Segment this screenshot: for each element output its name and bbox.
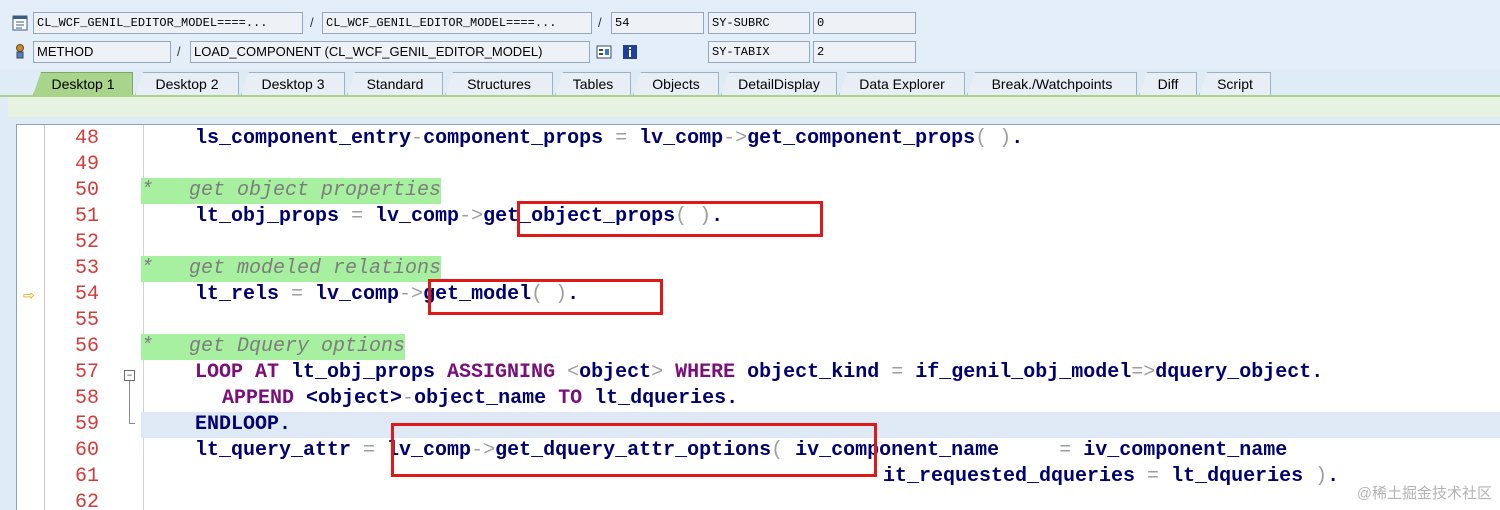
line-number: 52 [74,231,99,254]
event-type-field[interactable]: METHOD [33,41,171,63]
method-icon [16,44,24,59]
code-line[interactable]: 58 APPEND <object>-object_name TO lt_dqu… [17,386,1500,412]
line-number: 62 [74,491,99,510]
line-number: 53 [74,257,99,280]
fold-toggle-icon[interactable]: − [124,370,135,381]
code-line[interactable]: 57 LOOP AT lt_obj_props ASSIGNING <objec… [17,360,1500,386]
tab-breakpoints-watchpoints[interactable]: Break./Watchpoints [967,72,1137,95]
desktop-toolbar-band [8,97,1500,117]
tab-standard[interactable]: Standard [347,72,443,95]
tab-objects[interactable]: Objects [633,72,719,95]
program-icon[interactable] [12,15,28,31]
code-line[interactable]: 62 [17,490,1500,510]
include-field[interactable]: CL_WCF_GENIL_EDITOR_MODEL====... [322,12,592,34]
debugger-header: CL_WCF_GENIL_EDITOR_MODEL====... / CL_WC… [0,0,1500,70]
code-text[interactable]: APPEND <object>-object_name TO lt_dqueri… [222,386,738,412]
tab-tables[interactable]: Tables [555,72,631,95]
display-code-icon[interactable] [596,44,612,60]
line-number-field[interactable]: 54 [611,12,704,34]
line-number: 57 [74,361,99,384]
code-line[interactable]: 56 * get Dquery options [17,334,1500,360]
code-line[interactable]: 49 [17,152,1500,178]
code-line-current[interactable]: ⇨ 54 lt_rels = lv_comp->get_model( ). [17,282,1500,308]
comment-text[interactable]: * get modeled relations [141,256,442,282]
tab-desktop-3[interactable]: Desktop 3 [241,72,345,95]
tab-detail-display[interactable]: DetailDisplay [721,72,837,95]
line-number: 56 [74,335,99,358]
line-number: 60 [74,439,99,462]
line-number: 58 [74,387,99,410]
code-text[interactable]: LOOP AT lt_obj_props ASSIGNING <object> … [195,360,1323,386]
separator: / [310,15,314,30]
system-variable-value[interactable]: 2 [813,41,916,63]
comment-text[interactable]: * get Dquery options [141,334,406,360]
line-number: 49 [74,153,99,176]
code-text[interactable]: it_requested_dqueries = lt_dqueries ). [883,464,1339,490]
code-line[interactable]: 55 [17,308,1500,334]
tab-structures[interactable]: Structures [445,72,553,95]
code-text[interactable]: ENDLOOP. [195,412,291,438]
info-icon[interactable] [622,44,638,60]
highlight-box-get-object-props [517,201,823,237]
event-name-field[interactable]: LOAD_COMPONENT (CL_WCF_GENIL_EDITOR_MODE… [190,41,590,63]
current-statement-arrow-icon: ⇨ [23,287,35,303]
tab-desktop-1[interactable]: Desktop 1 [33,72,133,95]
fold-line [129,381,130,423]
source-code-editor[interactable]: 48 ls_component_entry-component_props = … [16,124,1500,510]
desktop-tab-strip: Desktop 1 Desktop 2 Desktop 3 Standard S… [0,70,1500,96]
highlight-box-get-model [428,279,663,315]
line-number: 59 [74,413,99,436]
tab-data-explorer[interactable]: Data Explorer [839,72,965,95]
system-variable-name[interactable]: SY-TABIX [708,41,810,63]
program-field[interactable]: CL_WCF_GENIL_EDITOR_MODEL====... [33,12,303,34]
line-number: 61 [74,465,99,488]
line-number: 51 [74,205,99,228]
tab-diff[interactable]: Diff [1139,72,1197,95]
separator: / [598,15,602,30]
system-variable-name[interactable]: SY-SUBRC [708,12,810,34]
separator: / [177,44,181,59]
highlight-box-get-dquery-attr-options [391,423,877,477]
system-variable-value[interactable]: 0 [813,12,916,34]
fold-line-end [129,423,135,424]
tab-desktop-2[interactable]: Desktop 2 [135,72,239,95]
line-number: 55 [74,309,99,332]
tab-script[interactable]: Script [1199,72,1271,95]
code-text[interactable]: ls_component_entry-component_props = lv_… [195,126,1023,152]
code-line[interactable]: 53 * get modeled relations [17,256,1500,282]
watermark: @稀土掘金技术社区 [1356,485,1492,502]
code-line[interactable]: 48 ls_component_entry-component_props = … [17,126,1500,152]
comment-text[interactable]: * get object properties [141,178,442,204]
line-number: 50 [74,179,99,202]
line-number: 54 [74,283,99,306]
line-number: 48 [74,127,99,150]
